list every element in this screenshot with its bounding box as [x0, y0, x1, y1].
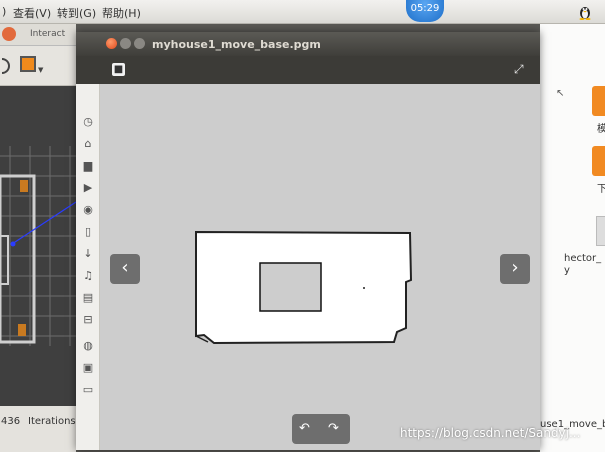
rotate-controls: ↶ ↷: [292, 414, 350, 444]
color-tool-icon[interactable]: [20, 56, 36, 72]
home-icon[interactable]: ⌂: [82, 138, 94, 150]
network-icon[interactable]: ⊟: [82, 314, 94, 326]
chevron-down-icon[interactable]: ▼: [38, 66, 43, 74]
document-icon[interactable]: ▯: [82, 226, 94, 238]
video-icon[interactable]: ▶: [82, 182, 94, 194]
cursor-icon: ↖: [556, 88, 565, 99]
menu-item-help[interactable]: 帮助(H): [102, 5, 141, 21]
tux-icon[interactable]: [578, 4, 592, 20]
fullscreen-icon[interactable]: ⤢: [514, 62, 524, 77]
file-manager-window: ↖ 模 下 hector_ y use1_move_b: [540, 24, 605, 452]
folder-icon[interactable]: ▆: [82, 160, 94, 172]
previous-image-button[interactable]: ‹: [110, 254, 140, 284]
clock-indicator[interactable]: 05:29: [406, 0, 444, 22]
grid-map-view: [0, 146, 76, 346]
rviz-status-bar: 436 Iterations: [0, 406, 76, 452]
menu-item-go[interactable]: 转到(G): [57, 5, 96, 21]
viewer-toolbar: ■ ⤢: [76, 56, 540, 84]
image-viewer-window: myhouse1_move_base.pgm ■ ⤢ ◷ ⌂ ▆ ▶ ◉ ▯ ↓…: [76, 32, 540, 450]
folder-icon[interactable]: [592, 86, 605, 116]
folder-label: 模: [597, 124, 605, 135]
menu-item-partial[interactable]: ): [2, 5, 6, 18]
interact-tool[interactable]: Interact: [30, 29, 65, 39]
computer-icon[interactable]: ▭: [82, 384, 94, 396]
recent-icon[interactable]: ◷: [82, 116, 94, 128]
viewer-titlebar[interactable]: myhouse1_move_base.pgm: [76, 32, 540, 56]
sidebar-toggle-icon[interactable]: ■: [112, 63, 125, 76]
folder-icon[interactable]: [592, 146, 605, 176]
download-icon[interactable]: ↓: [82, 248, 94, 260]
image-canvas[interactable]: ‹ › ↶ ↷: [100, 84, 540, 450]
iterations-label: Iterations: [28, 416, 76, 427]
rviz-3d-view[interactable]: [0, 86, 76, 406]
close-icon[interactable]: [2, 27, 16, 41]
rotate-right-icon[interactable]: ↷: [328, 421, 339, 436]
rviz-window: Interact ▼ 436 Iterations: [0, 24, 76, 452]
minimize-button[interactable]: [120, 38, 131, 49]
music-icon[interactable]: ♫: [82, 270, 94, 282]
next-image-button[interactable]: ›: [500, 254, 530, 284]
places-sidebar: ◷ ⌂ ▆ ▶ ◉ ▯ ↓ ♫ ▤ ⊟ ◍ ▣ ▭: [76, 84, 100, 450]
document-icon[interactable]: [596, 216, 605, 246]
rviz-toolbar-secondary: ▼: [0, 46, 76, 86]
disk-icon[interactable]: ▣: [82, 362, 94, 374]
window-title: myhouse1_move_base.pgm: [152, 38, 321, 51]
trash-icon[interactable]: ▤: [82, 292, 94, 304]
folder-label: 下: [597, 184, 605, 195]
watermark-text: https://blog.csdn.net/Sandyj...: [400, 426, 581, 440]
camera-icon[interactable]: ◉: [82, 204, 94, 216]
top-menu-bar: ) 查看(V) 转到(G) 帮助(H) 05:29: [0, 0, 605, 24]
rotate-left-icon[interactable]: ↶: [299, 421, 310, 436]
iteration-count: 436: [1, 416, 21, 427]
close-button[interactable]: [106, 38, 117, 49]
maximize-button[interactable]: [134, 38, 145, 49]
rviz-toolbar: Interact: [0, 24, 76, 46]
map-image: [195, 230, 413, 345]
drive-icon[interactable]: ◍: [82, 340, 94, 352]
menu-item-view[interactable]: 查看(V): [13, 5, 51, 21]
file-label: hector_ y: [564, 253, 602, 276]
camera-icon[interactable]: [2, 58, 10, 74]
